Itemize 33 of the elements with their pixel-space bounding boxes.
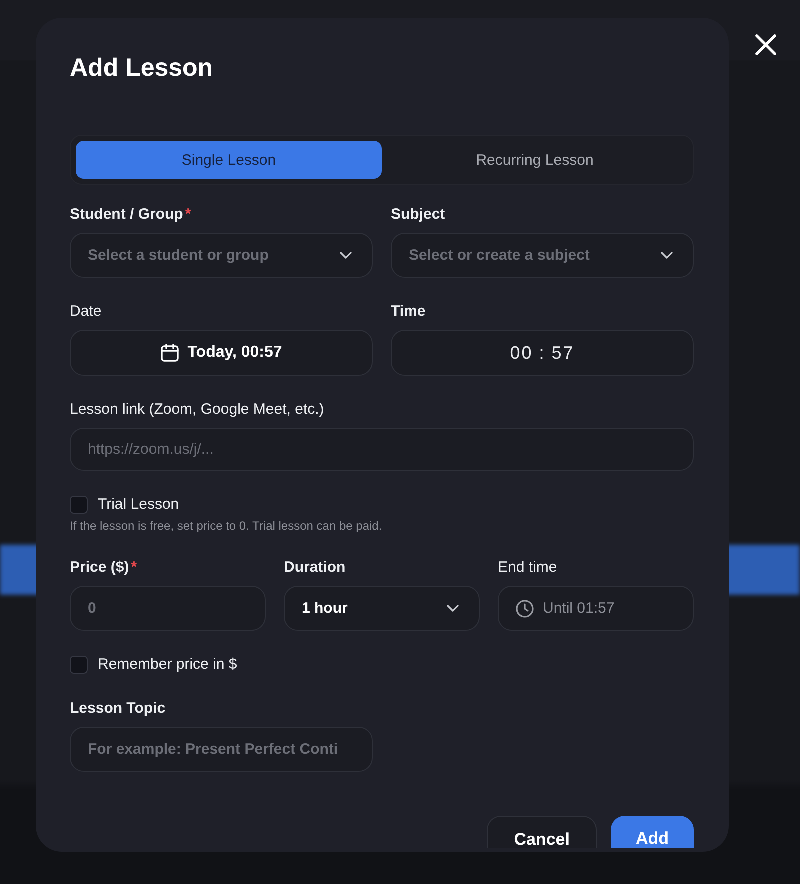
price-input[interactable]: 0 bbox=[70, 586, 266, 631]
field-label: Duration bbox=[284, 558, 346, 578]
end-time-value: Until 01:57 bbox=[543, 600, 615, 617]
checkbox[interactable] bbox=[70, 656, 88, 674]
close-button[interactable] bbox=[755, 34, 777, 56]
field-label: Lesson link (Zoom, Google Meet, etc.) bbox=[70, 400, 324, 420]
time-input[interactable]: 00 : 57 bbox=[391, 330, 694, 376]
field-label: Student / Group* bbox=[70, 205, 192, 225]
dialog-title: Add Lesson bbox=[70, 53, 214, 83]
chevron-down-icon bbox=[661, 252, 673, 259]
add-button[interactable]: Add bbox=[610, 816, 694, 848]
cancel-button[interactable]: Cancel bbox=[487, 816, 597, 848]
checkbox-label[interactable]: Remember price in $ bbox=[98, 655, 238, 675]
field-label: Time bbox=[391, 302, 426, 322]
tab[interactable]: Recurring Lesson bbox=[382, 141, 688, 179]
field-label: Subject bbox=[391, 205, 446, 225]
link-input[interactable]: https://zoom.us/j/... bbox=[70, 428, 694, 471]
field-label: Price ($)* bbox=[70, 558, 138, 578]
chevron-down-icon bbox=[447, 605, 459, 612]
close-icon bbox=[755, 34, 777, 56]
dropdown[interactable]: 1 hour bbox=[284, 586, 480, 631]
field-label: Lesson Topic bbox=[70, 699, 166, 719]
checkbox[interactable] bbox=[70, 496, 88, 514]
hint-text: If the lesson is free, set price to 0. Trial lesson can be paid. bbox=[70, 518, 382, 534]
checkbox-label[interactable]: Trial Lesson bbox=[98, 495, 180, 515]
clock-icon bbox=[516, 600, 534, 618]
calendar-icon bbox=[160, 344, 179, 362]
field-label: Date bbox=[70, 302, 102, 322]
tab[interactable]: Single Lesson bbox=[76, 141, 382, 179]
topic-input[interactable]: For example: Present Perfect Conti bbox=[70, 727, 373, 772]
date-picker-button[interactable]: Today, 00:57 bbox=[70, 330, 373, 376]
chevron-down-icon bbox=[340, 252, 352, 259]
field-label: End time bbox=[498, 558, 558, 578]
